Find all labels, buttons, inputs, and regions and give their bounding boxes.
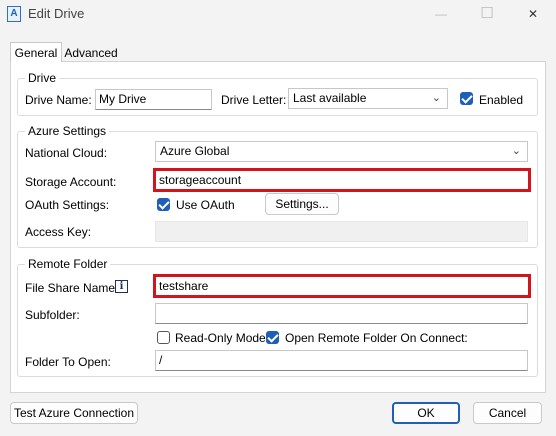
subfolder-label: Subfolder: xyxy=(25,308,80,322)
chevron-down-icon: ⌄ xyxy=(511,145,521,157)
remote-folder-group-title: Remote Folder xyxy=(25,257,111,271)
read-only-checkbox[interactable] xyxy=(157,331,170,344)
open-on-connect-label: Open Remote Folder On Connect: xyxy=(285,331,468,345)
oauth-settings-label: OAuth Settings: xyxy=(25,198,110,212)
drive-letter-value: Last available xyxy=(293,91,367,105)
access-key-label: Access Key: xyxy=(25,225,92,239)
read-only-label: Read-Only Mode xyxy=(175,331,266,345)
folder-to-open-label: Folder To Open: xyxy=(25,355,111,369)
test-azure-connection-button[interactable]: Test Azure Connection xyxy=(10,402,138,424)
window-title: Edit Drive xyxy=(28,6,85,21)
drive-group-title: Drive xyxy=(25,71,60,85)
drive-name-label: Drive Name: xyxy=(25,93,92,107)
use-oauth-label: Use OAuth xyxy=(176,198,235,212)
access-key-field[interactable] xyxy=(155,221,528,242)
tab-general[interactable]: General xyxy=(10,42,62,62)
close-button[interactable]: ✕ xyxy=(510,0,556,30)
info-icon[interactable]: i xyxy=(115,280,128,293)
minimize-icon: — xyxy=(435,7,447,21)
drive-name-field[interactable]: My Drive xyxy=(95,89,212,110)
use-oauth-checkbox[interactable] xyxy=(157,198,170,211)
drive-letter-select[interactable]: Last available ⌄ xyxy=(288,88,448,109)
drive-letter-label: Drive Letter: xyxy=(221,93,287,107)
azure-settings-group-title: Azure Settings xyxy=(25,124,110,138)
storage-account-label: Storage Account: xyxy=(25,175,117,189)
national-cloud-label: National Cloud: xyxy=(25,146,108,160)
enabled-label: Enabled xyxy=(479,93,524,107)
ok-button[interactable]: OK xyxy=(392,402,460,424)
national-cloud-value: Azure Global xyxy=(160,144,230,158)
minimize-button[interactable]: — xyxy=(418,0,464,30)
subfolder-field[interactable] xyxy=(155,303,528,324)
app-icon: A xyxy=(7,6,21,22)
chevron-down-icon: ⌄ xyxy=(431,92,441,104)
file-share-name-label: File Share Name: xyxy=(25,281,119,295)
storage-account-field[interactable]: storageaccount xyxy=(153,168,531,192)
cancel-button[interactable]: Cancel xyxy=(473,402,542,424)
maximize-button[interactable]: ☐ xyxy=(464,0,510,30)
close-icon: ✕ xyxy=(527,7,539,21)
oauth-settings-button[interactable]: Settings... xyxy=(265,193,339,215)
file-share-name-field[interactable]: testshare xyxy=(153,274,531,298)
open-on-connect-checkbox[interactable] xyxy=(266,331,279,344)
national-cloud-select[interactable]: Azure Global ⌄ xyxy=(155,141,528,162)
folder-to-open-field[interactable]: / xyxy=(155,350,528,371)
tab-advanced[interactable]: Advanced xyxy=(62,43,120,63)
enabled-checkbox[interactable] xyxy=(460,92,473,105)
maximize-icon: ☐ xyxy=(480,5,494,22)
